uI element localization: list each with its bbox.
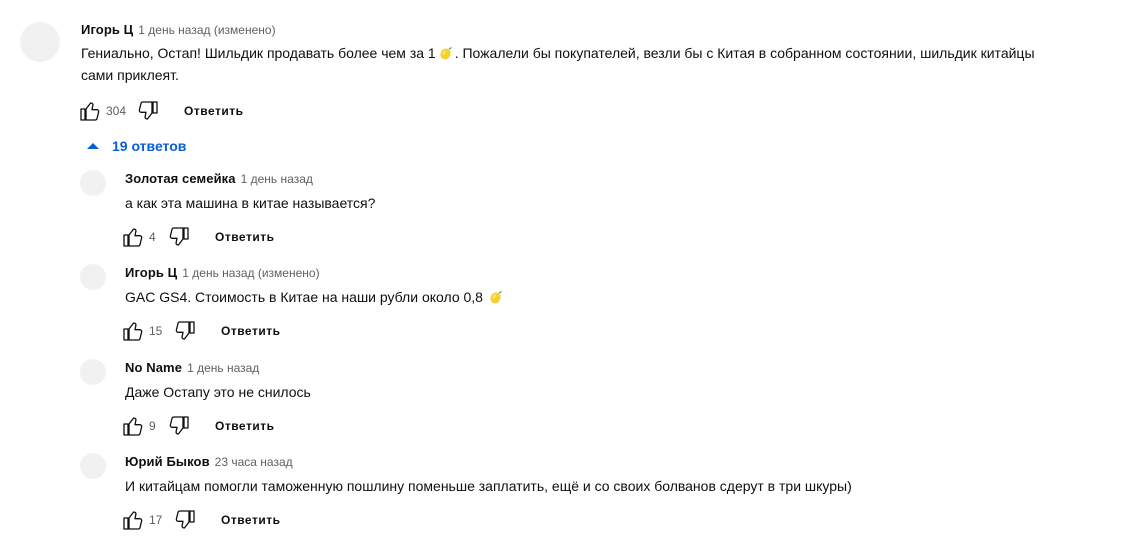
reply-comment: No Name 1 день назад Даже Остапу это не … [125, 360, 311, 403]
reply-comment: Золотая семейка 1 день назад а как эта м… [125, 171, 375, 214]
comment-header: Игорь Ц 1 день назад (изменено) [81, 22, 1035, 37]
comment-timestamp[interactable]: 1 день назад [187, 361, 259, 375]
like-button[interactable] [121, 508, 145, 532]
comment-toolbar: 4 Ответить [121, 225, 274, 249]
like-count: 4 [149, 230, 156, 244]
like-count: 9 [149, 419, 156, 433]
thumbs-up-icon [121, 225, 145, 249]
like-count: 15 [149, 324, 163, 338]
like-button[interactable] [121, 414, 145, 438]
thumbs-down-icon [173, 508, 197, 532]
comment-text-body: GAC GS4. Стоимость в Китае на наши рубли… [125, 289, 483, 305]
avatar[interactable] [80, 453, 106, 479]
thumbs-down-icon [173, 319, 197, 343]
comment-author[interactable]: Золотая семейка [125, 171, 236, 186]
like-button[interactable] [78, 99, 102, 123]
like-count: 304 [106, 104, 127, 118]
thumbs-up-icon [78, 99, 102, 123]
reply-comment: Игорь Ц 1 день назад (изменено) GAC GS4.… [125, 265, 505, 308]
comment-text-part1: Гениально, Остап! Шильдик продавать боле… [81, 45, 436, 61]
comment-author[interactable]: Игорь Ц [125, 265, 177, 280]
comment-text: GAC GS4. Стоимость в Китае на наши рубли… [125, 286, 505, 308]
lemon-icon [438, 45, 453, 61]
like-count: 17 [149, 513, 163, 527]
avatar[interactable] [80, 264, 106, 290]
comments-section: Игорь Ц 1 день назад (изменено) Гениальн… [0, 0, 1137, 541]
lemon-icon [488, 289, 503, 305]
avatar[interactable] [80, 170, 106, 196]
dislike-button[interactable] [173, 508, 197, 532]
comment-header: Золотая семейка 1 день назад [125, 171, 375, 186]
comment-text: а как эта машина в китае называется? [125, 195, 376, 211]
comment-text-part2: . Пожалели бы покупателей, везли бы с Ки… [454, 45, 1035, 61]
comment-toolbar: 304 Ответить [78, 99, 243, 123]
like-button[interactable] [121, 225, 145, 249]
avatar[interactable] [80, 359, 106, 385]
comment-header: Игорь Ц 1 день назад (изменено) [125, 265, 505, 280]
reply-button[interactable]: Ответить [215, 230, 274, 244]
comment-text-line2: сами приклеят. [81, 67, 179, 83]
comment-author[interactable]: Юрий Быков [125, 454, 210, 469]
comment-toolbar: 9 Ответить [121, 414, 274, 438]
dislike-button[interactable] [173, 319, 197, 343]
comment-text: И китайцам помогли таможенную пошлину по… [125, 478, 852, 494]
reply-button[interactable]: Ответить [184, 104, 243, 118]
comment-toolbar: 15 Ответить [121, 319, 280, 343]
thumbs-up-icon [121, 508, 145, 532]
dislike-button[interactable] [136, 99, 160, 123]
dislike-button[interactable] [167, 414, 191, 438]
comment-header: Юрий Быков 23 часа назад [125, 454, 852, 469]
comment-header: No Name 1 день назад [125, 360, 311, 375]
reply-button[interactable]: Ответить [215, 419, 274, 433]
caret-up-icon [87, 143, 99, 149]
comment-timestamp[interactable]: 23 часа назад [215, 455, 293, 469]
thumbs-down-icon [167, 414, 191, 438]
comment-author[interactable]: No Name [125, 360, 182, 375]
like-button[interactable] [121, 319, 145, 343]
comment-text: Гениально, Остап! Шильдик продавать боле… [81, 42, 1035, 86]
thumbs-up-icon [121, 414, 145, 438]
dislike-button[interactable] [167, 225, 191, 249]
reply-comment: Юрий Быков 23 часа назад И китайцам помо… [125, 454, 852, 497]
comment-toolbar: 17 Ответить [121, 508, 280, 532]
comment-timestamp[interactable]: 1 день назад [241, 172, 313, 186]
thumbs-down-icon [167, 225, 191, 249]
top-comment: Игорь Ц 1 день назад (изменено) Гениальн… [81, 22, 1035, 86]
comment-timestamp[interactable]: 1 день назад (изменено) [138, 23, 275, 37]
comment-text: Даже Остапу это не снилось [125, 384, 311, 400]
replies-toggle-button[interactable]: 19 ответов [86, 138, 186, 154]
comment-author[interactable]: Игорь Ц [81, 22, 133, 37]
reply-button[interactable]: Ответить [221, 324, 280, 338]
avatar[interactable] [20, 22, 60, 62]
thumbs-up-icon [121, 319, 145, 343]
replies-count-label: 19 ответов [112, 138, 187, 154]
comment-timestamp[interactable]: 1 день назад (изменено) [182, 266, 319, 280]
thumbs-down-icon [136, 99, 160, 123]
reply-button[interactable]: Ответить [221, 513, 280, 527]
